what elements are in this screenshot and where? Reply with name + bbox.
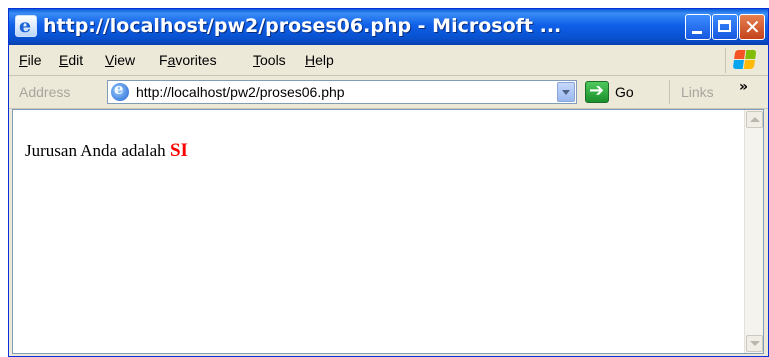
menu-bar: File Edit View Favorites Tools Help bbox=[9, 45, 768, 76]
ie-logo-icon[interactable]: e bbox=[15, 15, 37, 37]
address-bar: Address e http://localhost/pw2/proses06.… bbox=[9, 76, 768, 109]
page-viewport: Jurusan Anda adalah SI bbox=[12, 109, 764, 354]
page-content: Jurusan Anda adalah SI bbox=[25, 140, 188, 162]
address-input[interactable]: e http://localhost/pw2/proses06.php bbox=[107, 80, 577, 104]
address-url[interactable]: http://localhost/pw2/proses06.php bbox=[136, 84, 345, 100]
title-bar[interactable]: e http://localhost/pw2/proses06.php - Mi… bbox=[9, 9, 768, 45]
close-button[interactable]: ✕ bbox=[739, 14, 765, 40]
links-label[interactable]: Links bbox=[681, 84, 714, 100]
page-text: Jurusan Anda adalah bbox=[25, 141, 170, 160]
scroll-down-button[interactable] bbox=[746, 335, 763, 352]
menu-item-edit[interactable]: Edit bbox=[59, 52, 83, 68]
go-button-label[interactable]: Go bbox=[615, 84, 634, 100]
page-icon: e bbox=[111, 80, 129, 101]
close-icon: ✕ bbox=[744, 15, 761, 39]
browser-window: e http://localhost/pw2/proses06.php - Mi… bbox=[8, 8, 769, 357]
scroll-up-button[interactable] bbox=[746, 111, 763, 128]
menu-item-help[interactable]: Help bbox=[305, 52, 334, 68]
windows-flag-icon bbox=[725, 48, 760, 73]
go-arrow-icon[interactable]: ➔ bbox=[585, 80, 609, 103]
address-label: Address bbox=[19, 84, 71, 100]
maximize-button[interactable] bbox=[712, 14, 738, 40]
page-highlight: SI bbox=[169, 140, 188, 161]
address-dropdown-button[interactable] bbox=[557, 82, 575, 102]
vertical-scrollbar[interactable] bbox=[744, 110, 763, 353]
menu-item-file[interactable]: File bbox=[19, 52, 42, 68]
links-chevron-icon[interactable]: » bbox=[739, 79, 748, 95]
menu-item-tools[interactable]: Tools bbox=[253, 52, 286, 68]
menu-item-view[interactable]: View bbox=[105, 52, 135, 68]
minimize-button[interactable] bbox=[685, 14, 711, 40]
window-title: http://localhost/pw2/proses06.php - Micr… bbox=[43, 15, 562, 37]
links-divider bbox=[669, 80, 670, 104]
menu-item-favorites[interactable]: Favorites bbox=[159, 52, 217, 68]
